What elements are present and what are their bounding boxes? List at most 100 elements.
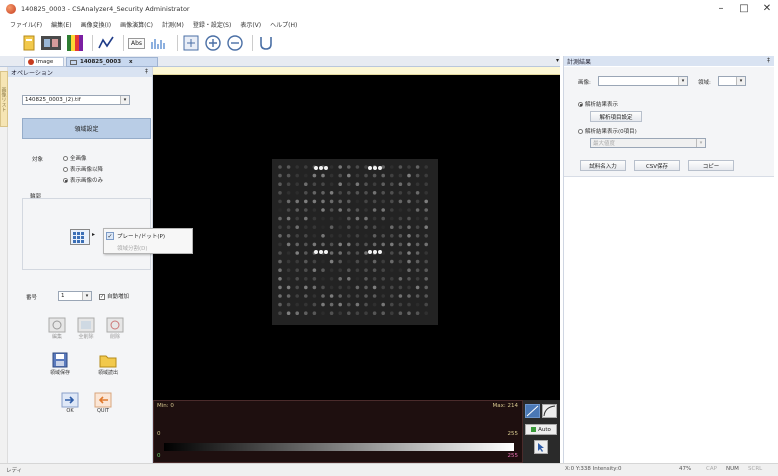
menu-image-calc[interactable]: 画像演算(C) — [120, 20, 153, 29]
csv-save-button[interactable]: CSV保存 — [634, 160, 680, 171]
tab-close-icon[interactable]: x — [129, 59, 133, 65]
microarray-spot — [295, 259, 299, 264]
microarray-spot — [398, 225, 403, 229]
microarray-spot — [312, 242, 317, 247]
microarray-spot — [329, 182, 334, 186]
zoom-in-icon[interactable] — [204, 34, 222, 52]
file-select[interactable]: 140825_0003_(2).tif ▾ — [22, 95, 130, 105]
delete-button[interactable]: 削除 — [104, 317, 126, 340]
radio-icon — [578, 129, 583, 134]
number-select[interactable]: 1 ▾ — [58, 291, 92, 301]
tab-list-chevron-icon[interactable]: ▾ — [556, 57, 559, 64]
copy-button[interactable]: コピー — [688, 160, 734, 171]
zoom-out-icon[interactable] — [226, 34, 244, 52]
microarray-spot — [355, 191, 360, 195]
microarray-spot — [355, 208, 360, 212]
auto-button[interactable]: Auto — [525, 424, 557, 435]
target-option-all-label: 全画像 — [70, 156, 87, 162]
film-strip-icon[interactable] — [40, 34, 62, 52]
microarray-spot — [278, 311, 282, 315]
plate-grid-button[interactable] — [70, 229, 90, 245]
ok-button[interactable]: OK — [58, 392, 82, 414]
intensity-gradient-bar[interactable] — [164, 443, 514, 451]
menu-edit[interactable]: 編集(E) — [51, 20, 71, 29]
microarray-spot — [347, 165, 351, 169]
image-select[interactable]: ▾ — [598, 76, 688, 86]
sample-name-button[interactable]: 試料名入力 — [580, 160, 626, 171]
microarray-spot — [338, 216, 342, 221]
minimize-button[interactable]: – — [714, 3, 728, 14]
quit-button[interactable]: QUIT — [90, 392, 116, 414]
target-option-after[interactable]: 表示画像以降 — [63, 165, 103, 173]
microarray-spot — [304, 234, 308, 238]
results-list[interactable] — [564, 178, 774, 463]
show-after-option[interactable]: 解析結果表示(0項目) — [578, 127, 637, 135]
microarray-spot — [286, 302, 291, 307]
analysis-settings-button[interactable]: 解析項目設定 — [590, 111, 642, 122]
radio-selected-icon — [63, 178, 68, 183]
histogram-icon[interactable] — [149, 34, 169, 52]
menu-file[interactable]: ファイル(F) — [10, 20, 42, 29]
target-option-all[interactable]: 全画像 — [63, 154, 87, 162]
pin-icon[interactable]: ⁠‡ — [145, 68, 148, 75]
microarray-image[interactable] — [272, 159, 438, 325]
linear-curve-button[interactable] — [525, 404, 540, 418]
pointer-button[interactable] — [534, 440, 548, 454]
microarray-spot — [355, 294, 360, 298]
microarray-spot — [295, 182, 299, 186]
microarray-spot — [329, 173, 334, 178]
microarray-spot — [286, 277, 291, 281]
target-option-only[interactable]: 表示画像のみ — [63, 176, 103, 184]
region-settings-button[interactable]: 領域設定 — [22, 118, 151, 139]
fit-window-icon[interactable] — [182, 34, 200, 52]
microarray-spot — [407, 191, 411, 195]
region-label: 領域: — [698, 80, 711, 86]
bright-spot — [324, 166, 328, 170]
toolbar: Abs — [0, 31, 778, 55]
microarray-spot — [398, 242, 403, 247]
menu-help[interactable]: ヘルプ(H) — [270, 20, 297, 29]
line-profile-icon[interactable] — [97, 34, 115, 52]
edit-region-button[interactable]: 編集 — [46, 317, 68, 340]
microarray-spot — [278, 294, 282, 298]
save-region-button[interactable]: 領域保存 — [46, 351, 74, 376]
close-button[interactable]: ✕ — [760, 3, 774, 14]
menu-measure[interactable]: 計測(M) — [162, 20, 184, 29]
auto-increment-checkbox[interactable]: ✓ 自動増加 — [99, 292, 129, 300]
microarray-spot — [364, 277, 368, 281]
menu-item-plate-dot[interactable]: ✓ プレート/ドット(P) — [106, 231, 192, 241]
menu-image-convert[interactable]: 画像変換(I) — [81, 20, 111, 29]
menu-view[interactable]: 表示(V) — [240, 20, 261, 29]
region-select[interactable]: ▾ — [718, 76, 746, 86]
toolbar-separator — [123, 35, 124, 51]
microarray-spot — [295, 302, 299, 307]
pin-icon[interactable]: ‡ — [767, 57, 770, 64]
menu-item-region-split[interactable]: 領域分割(D) — [106, 243, 192, 253]
tab-document[interactable]: 140825_0003 x — [66, 57, 158, 67]
image-list-tab[interactable]: 画像リスト — [0, 71, 8, 127]
microarray-spot — [407, 259, 411, 264]
show-results-option[interactable]: 解析結果表示 — [578, 100, 618, 108]
menu-settings[interactable]: 登録・設定(S) — [193, 20, 232, 29]
microarray-spot — [390, 225, 394, 229]
tab-image[interactable]: Image — [24, 57, 64, 67]
curve-icon[interactable] — [257, 34, 275, 52]
microarray-spot — [415, 302, 420, 307]
microarray-spot — [415, 182, 420, 186]
histogram-panel[interactable]: Min: 0 Max: 214 0 255 0 255 — [153, 400, 523, 463]
microarray-spot — [390, 285, 394, 290]
maximize-button[interactable]: □ — [737, 3, 751, 14]
gamma-curve-button[interactable] — [542, 404, 557, 418]
max-value-select[interactable]: 最大値度 ▾ — [590, 138, 706, 148]
linear-curve-icon — [526, 405, 539, 417]
color-map-icon[interactable] — [66, 34, 84, 52]
open-image-icon[interactable] — [22, 34, 36, 52]
microarray-spot — [278, 199, 282, 204]
microarray-spot — [415, 251, 420, 255]
abs-button[interactable]: Abs — [128, 37, 146, 49]
load-region-button[interactable]: 領域読出 — [94, 351, 122, 376]
delete-all-button[interactable]: 全削除 — [75, 317, 97, 340]
microarray-spot — [286, 234, 291, 238]
chevron-right-icon[interactable]: ▸ — [92, 231, 95, 238]
document-tab-icon — [70, 59, 77, 65]
